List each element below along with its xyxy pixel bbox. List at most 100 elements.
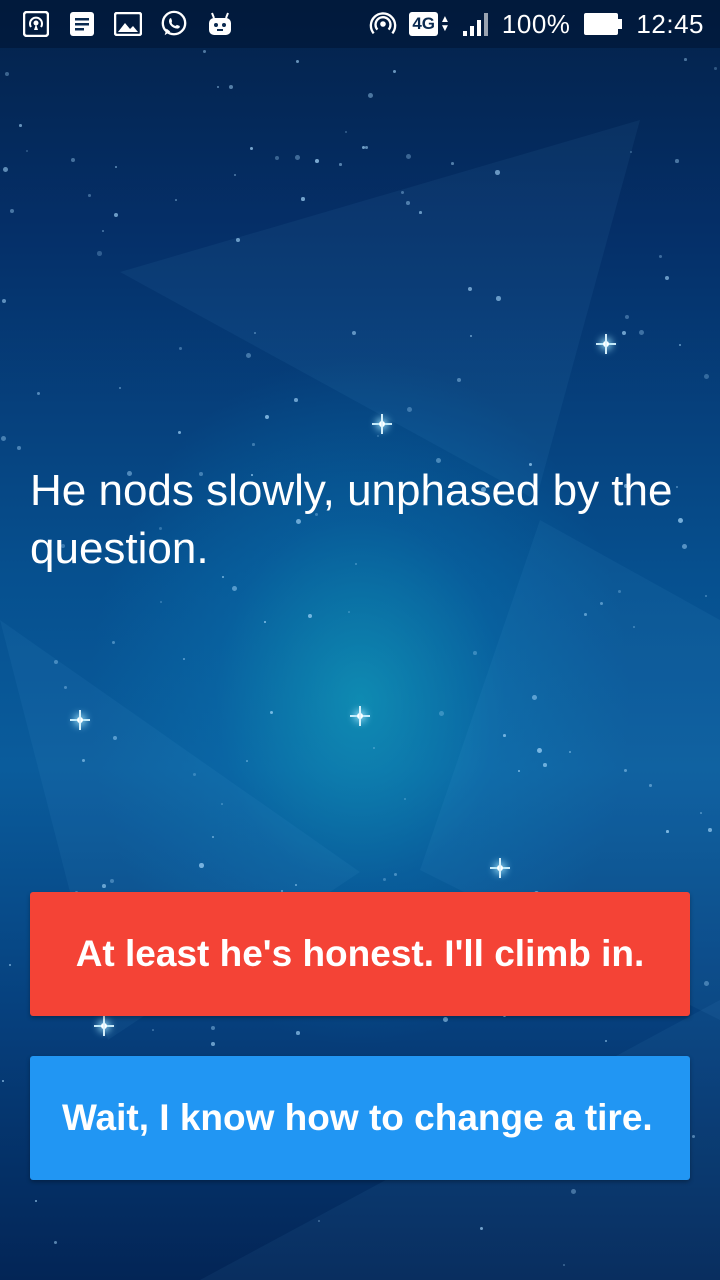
background-star — [605, 1040, 607, 1042]
background-star — [119, 387, 122, 390]
background-star — [264, 621, 266, 623]
background-star — [543, 763, 547, 767]
background-star — [308, 614, 312, 618]
background-star — [203, 50, 207, 54]
background-star — [236, 238, 240, 242]
background-star — [315, 159, 319, 163]
background-star — [112, 641, 116, 645]
background-star — [179, 347, 182, 350]
choice-button-climb-in[interactable]: At least he's honest. I'll climb in. — [30, 892, 690, 1016]
background-star — [252, 443, 255, 446]
background-star — [183, 658, 185, 660]
battery-icon — [582, 10, 624, 38]
background-star — [229, 85, 234, 90]
background-star — [254, 332, 256, 334]
background-star — [625, 315, 630, 320]
background-star — [705, 595, 708, 598]
background-star — [211, 1042, 215, 1046]
background-star — [246, 353, 252, 359]
background-star — [496, 296, 501, 301]
background-star — [451, 162, 454, 165]
background-star — [649, 784, 652, 787]
background-star — [35, 1200, 38, 1203]
background-star — [250, 147, 253, 150]
background-star — [199, 863, 204, 868]
background-star — [704, 981, 709, 986]
background-star — [537, 748, 542, 753]
background-star — [102, 884, 106, 888]
data-arrows-icon: ▲ ▼ — [440, 14, 450, 34]
clock: 12:45 — [636, 8, 704, 39]
background-star — [97, 251, 102, 256]
background-star — [406, 201, 410, 205]
background-star — [503, 734, 506, 737]
background-star — [246, 760, 248, 762]
background-star — [704, 374, 710, 380]
background-star — [294, 398, 298, 402]
background-facet — [120, 120, 640, 500]
background-star — [295, 155, 300, 160]
background-star — [211, 1026, 216, 1031]
background-star — [563, 1264, 565, 1266]
background-star — [296, 60, 300, 64]
background-star — [714, 67, 717, 70]
sparkle-star — [490, 858, 510, 878]
background-star — [383, 878, 387, 882]
sparkle-star — [372, 414, 392, 434]
background-star — [265, 415, 270, 420]
signal-strength-icon — [462, 10, 490, 38]
choice-button-change-tire[interactable]: Wait, I know how to change a tire. — [30, 1056, 690, 1180]
background-star — [365, 146, 368, 149]
background-star — [175, 199, 177, 201]
background-star — [377, 435, 380, 438]
sparkle-star — [350, 706, 370, 726]
background-star — [404, 798, 407, 801]
background-star — [10, 209, 15, 214]
background-star — [88, 194, 91, 197]
background-star — [666, 830, 669, 833]
background-star — [419, 211, 422, 214]
whatsapp-icon — [160, 10, 188, 38]
background-star — [1, 436, 7, 442]
background-star — [348, 611, 350, 613]
background-star — [368, 93, 374, 99]
network-type-label: 4G — [409, 12, 439, 36]
background-star — [684, 58, 687, 61]
background-star — [221, 803, 223, 805]
background-star — [2, 299, 7, 304]
background-star — [3, 167, 9, 173]
network-type-badge: 4G ▲ ▼ — [409, 12, 450, 36]
background-star — [345, 131, 348, 134]
background-star — [443, 1017, 449, 1023]
background-star — [296, 1031, 300, 1035]
background-star — [318, 1220, 320, 1222]
background-star — [26, 150, 29, 153]
background-star — [37, 392, 41, 396]
story-text: He nods slowly, unphased by the question… — [30, 466, 673, 573]
status-bar: 4G ▲ ▼ 100% 12:45 — [0, 0, 720, 48]
background-star — [5, 72, 10, 77]
background-star — [19, 124, 22, 127]
background-star — [439, 711, 444, 716]
game-screen: 4G ▲ ▼ 100% 12:45 He nods slowly, unphas… — [0, 0, 720, 1280]
background-star — [9, 964, 12, 967]
sparkle-star — [70, 710, 90, 730]
background-star — [675, 159, 679, 163]
sparkle-star — [596, 334, 616, 354]
background-star — [152, 1029, 154, 1031]
background-star — [532, 695, 537, 700]
background-star — [232, 586, 238, 592]
background-star — [217, 86, 220, 89]
background-star — [2, 1080, 5, 1083]
background-star — [114, 213, 119, 218]
background-star — [394, 873, 398, 877]
background-star — [102, 230, 104, 232]
background-star — [339, 163, 342, 166]
gallery-icon — [114, 10, 142, 38]
background-star — [17, 446, 21, 450]
android-icon — [206, 10, 234, 38]
background-star — [495, 170, 500, 175]
background-star — [115, 166, 117, 168]
background-star — [301, 197, 305, 201]
background-star — [630, 151, 632, 153]
